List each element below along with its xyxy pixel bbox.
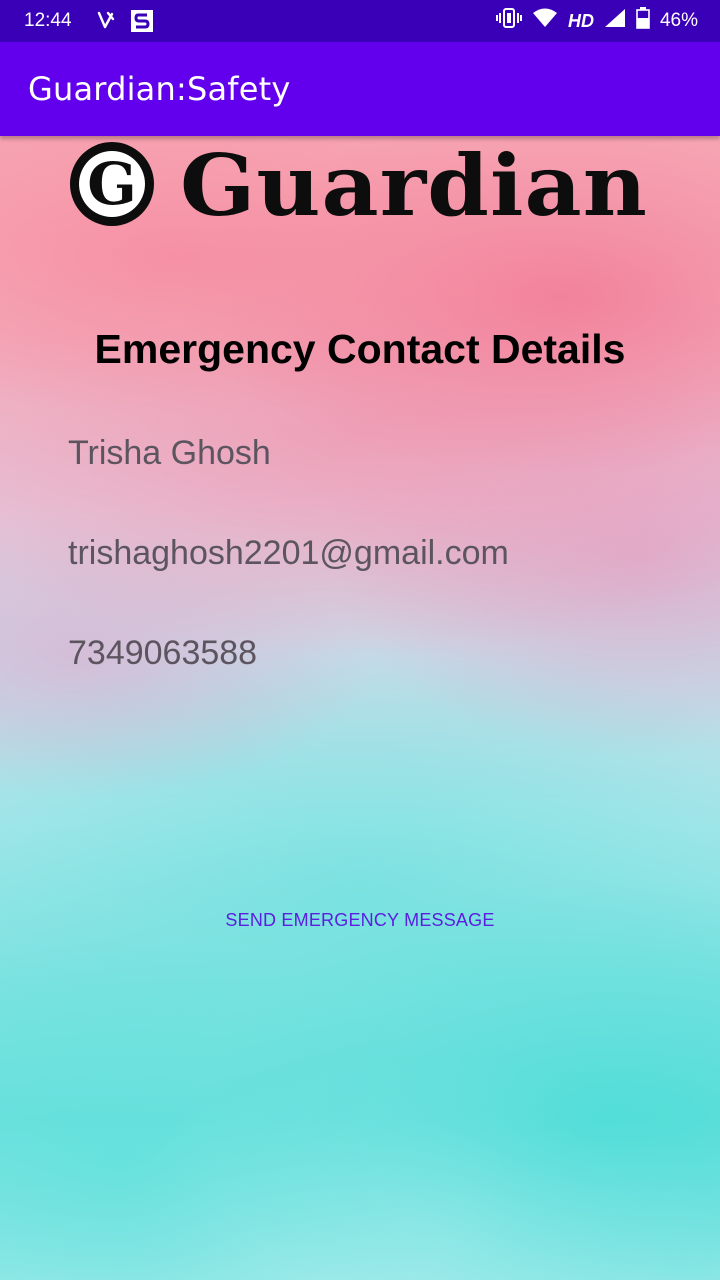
logo-mark-icon: G bbox=[70, 142, 154, 226]
logo-wordmark: Guardian bbox=[180, 136, 648, 235]
status-time: 12:44 bbox=[24, 10, 72, 31]
signal-icon bbox=[604, 8, 626, 34]
contact-email: trishaghosh2201@gmail.com bbox=[68, 534, 509, 572]
contact-phone: 7349063588 bbox=[68, 634, 258, 672]
contact-name: Trisha Ghosh bbox=[68, 434, 271, 472]
vibrate-icon bbox=[495, 7, 522, 35]
watercolor-background bbox=[0, 136, 720, 1280]
notification-icon bbox=[94, 9, 118, 33]
send-emergency-message-button[interactable]: SEND EMERGENCY MESSAGE bbox=[210, 894, 510, 946]
wifi-icon bbox=[532, 8, 558, 34]
guardian-logo: G Guardian bbox=[68, 138, 647, 236]
status-right-group: HD 46% bbox=[495, 0, 698, 42]
page-heading: Emergency Contact Details bbox=[94, 326, 626, 372]
network-type-label: HD bbox=[567, 10, 594, 31]
app-s-icon bbox=[130, 9, 154, 33]
app-title: Guardian:Safety bbox=[28, 70, 291, 108]
status-bar: 12:44 HD 46% bbox=[0, 0, 720, 42]
screen: 12:44 HD 46% Guardian:Safety G Guardian … bbox=[0, 0, 720, 1280]
app-bar: Guardian:Safety bbox=[0, 42, 720, 136]
battery-percent: 46% bbox=[659, 10, 698, 31]
svg-text:G: G bbox=[87, 150, 137, 218]
battery-icon bbox=[636, 7, 650, 35]
